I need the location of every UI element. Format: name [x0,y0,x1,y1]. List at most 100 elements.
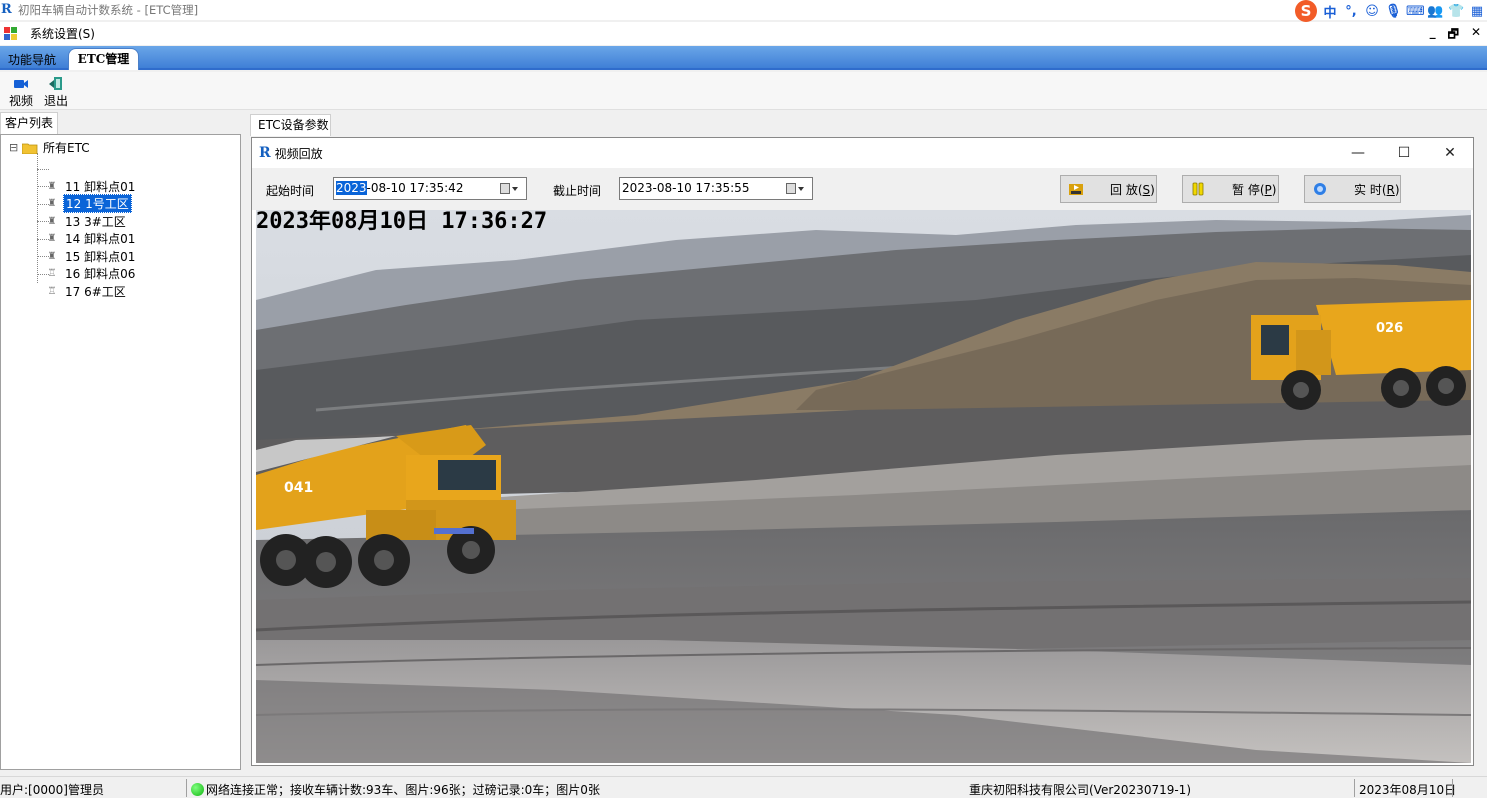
end-time-picker[interactable]: 2023-08-10 17:35:55 [619,177,813,200]
exit-button-label: 退出 [43,94,68,108]
mdi-restore-button[interactable]: 🗗 [1448,25,1459,46]
window-title: 初阳车辆自动计数系统 - [ETC管理] [18,3,199,17]
live-button[interactable]: 实 时(R) [1304,175,1401,203]
status-separator [1354,779,1355,797]
tree-root-all-etc[interactable]: ⊟ 所有ETC [9,139,92,156]
ime-user-icon[interactable]: 👥 [1427,4,1443,19]
osd-timestamp: 2023年08月10日 17:36:27 [256,210,548,234]
start-time-picker[interactable]: 2023-08-10 17:35:42 [333,177,527,200]
left-truck: 041 [256,425,516,588]
dialog-maximize-button[interactable]: ☐ [1381,138,1427,168]
start-time-year-selected: 2023 [336,181,367,195]
ime-keyboard-icon[interactable]: ⌨ [1406,4,1425,19]
ime-emoji-icon[interactable]: ☺ [1364,4,1380,19]
video-playback-dialog: R 视频回放 — ☐ ✕ 起始时间 2023-08-10 17:35:42 截止… [251,137,1474,766]
app-title-bar: R 初阳车辆自动计数系统 - [ETC管理] [0,0,1487,20]
dialog-minimize-button[interactable]: — [1335,138,1381,168]
tree-item[interactable]: ♜ 15 卸料点01 [47,248,137,265]
status-separator [186,779,187,797]
video-player[interactable]: 041 026 2023年08月10日 17:36:27 [256,210,1471,763]
ime-skin-icon[interactable]: 👕 [1448,4,1464,19]
app-logo-icon: R [1,2,12,17]
tree-item[interactable]: ♜ 14 卸料点01 [47,230,137,247]
tree-item-label: 17 6#工区 [65,285,126,299]
live-label: 实 时(R) [1354,182,1400,197]
video-frame: 041 026 [256,210,1471,763]
mdi-child-icon [4,26,20,41]
status-user: 用户:[0000]管理员 [0,783,104,797]
dialog-logo-icon: R [259,145,271,161]
tree-collapse-icon[interactable]: ⊟ [9,141,21,154]
etc-tree: ⊟ 所有ETC ♜ 11 卸料点01 ♜ 12 1号工区 ♜ 13 3#工区 ♜… [0,134,241,770]
status-separator [1452,779,1453,797]
ime-toolbox-icon[interactable]: ▦ [1469,4,1485,19]
video-button-label: 视频 [8,94,33,108]
mdi-close-button[interactable]: ✕ [1471,25,1481,46]
mdi-minimize-button[interactable]: _ [1430,25,1436,46]
ime-chinese-mode-icon[interactable]: 中 [1322,2,1338,21]
tab-etc-management[interactable]: ETC管理 [68,48,139,70]
device-icon: ♜ [47,215,57,227]
tab-etc-device-params[interactable]: ETC设备参数 [250,114,331,136]
end-time-label: 截止时间 [553,184,602,198]
start-time-value: -08-10 17:35:42 [366,181,464,195]
customer-list-panel: 客户列表 ⊟ 所有ETC ♜ 11 卸料点01 ♜ 12 1号工区 ♜ 13 3… [0,112,242,770]
left-truck-number: 041 [284,480,313,496]
pause-label: 暂 停(P) [1232,182,1277,197]
menu-system-settings[interactable]: 系统设置(S) [30,25,95,42]
pause-button[interactable]: 暂 停(P) [1182,175,1279,203]
tree-item-label: 15 卸料点01 [65,250,136,264]
tree-item[interactable]: ♜ 11 卸料点01 [47,178,137,195]
live-icon [1312,181,1328,197]
folder-icon [21,142,38,154]
main-toolbar: 视频 退出 [0,72,1487,110]
menu-bar: 系统设置(S) _ 🗗 ✕ [0,22,1487,45]
calendar-dropdown-icon[interactable] [786,182,808,195]
device-icon: ♜ [47,197,57,209]
tree-connector [37,153,38,283]
pause-icon [1190,181,1206,197]
tree-item-label: 12 1号工区 [63,194,132,213]
status-company: 重庆初阳科技有限公司(Ver20230719-1) [969,783,1192,797]
device-offline-icon: ♖ [47,267,57,279]
start-time-label: 起始时间 [266,184,315,198]
tree-item-selected[interactable]: ♜ 12 1号工区 [47,194,132,213]
ime-voice-icon[interactable]: 🎙 [1385,4,1402,19]
ime-toolbar: S 中 °, ☺ 🎙 ⌨ 👥 👕 ▦ [1295,0,1485,22]
right-truck-number: 026 [1376,321,1403,336]
tree-root-label: 所有ETC [43,141,90,155]
dialog-title: 视频回放 [274,146,323,161]
network-ok-icon [191,783,204,796]
end-time-value: 2023-08-10 17:35:55 [622,181,750,195]
dialog-close-button[interactable]: ✕ [1427,138,1473,168]
device-icon: ♜ [47,250,57,262]
device-icon: ♜ [47,232,57,244]
status-network: 网络连接正常；接收车辆计数:93车、图片:96张；过磅记录:0车；图片0张 [191,781,600,798]
module-tab-strip: 功能导航 ETC管理 [0,46,1487,70]
tree-connector [37,169,49,170]
playback-label: 回 放(S) [1110,182,1155,197]
tree-item-label: 14 卸料点01 [65,232,136,246]
tree-item[interactable]: ♖ 16 卸料点06 [47,265,137,282]
video-button[interactable]: 视频 [7,76,35,109]
tab-customer-list[interactable]: 客户列表 [0,112,58,134]
exit-door-icon [42,76,70,92]
dialog-title-bar[interactable]: R 视频回放 — ☐ ✕ [252,138,1473,168]
status-date: 2023年08月10日 [1359,783,1457,797]
tab-function-nav[interactable]: 功能导航 [8,51,56,68]
tree-item[interactable]: ♜ 13 3#工区 [47,213,128,230]
tree-item-label: 13 3#工区 [65,215,126,229]
device-icon: ♜ [47,180,57,192]
device-offline-icon: ♖ [47,285,57,297]
ime-punctuation-icon[interactable]: °, [1343,4,1359,19]
playback-controls: 起始时间 2023-08-10 17:35:42 截止时间 2023-08-10… [252,168,1473,210]
tree-item-label: 11 卸料点01 [65,180,136,194]
camera-icon [7,76,35,92]
tree-item[interactable]: ♖ 17 6#工区 [47,283,128,300]
calendar-dropdown-icon[interactable] [500,182,522,195]
playback-icon [1068,181,1084,197]
sogou-ime-icon[interactable]: S [1295,0,1317,22]
exit-button[interactable]: 退出 [42,76,70,109]
playback-button[interactable]: 回 放(S) [1060,175,1157,203]
tree-item-label: 16 卸料点06 [65,267,136,281]
